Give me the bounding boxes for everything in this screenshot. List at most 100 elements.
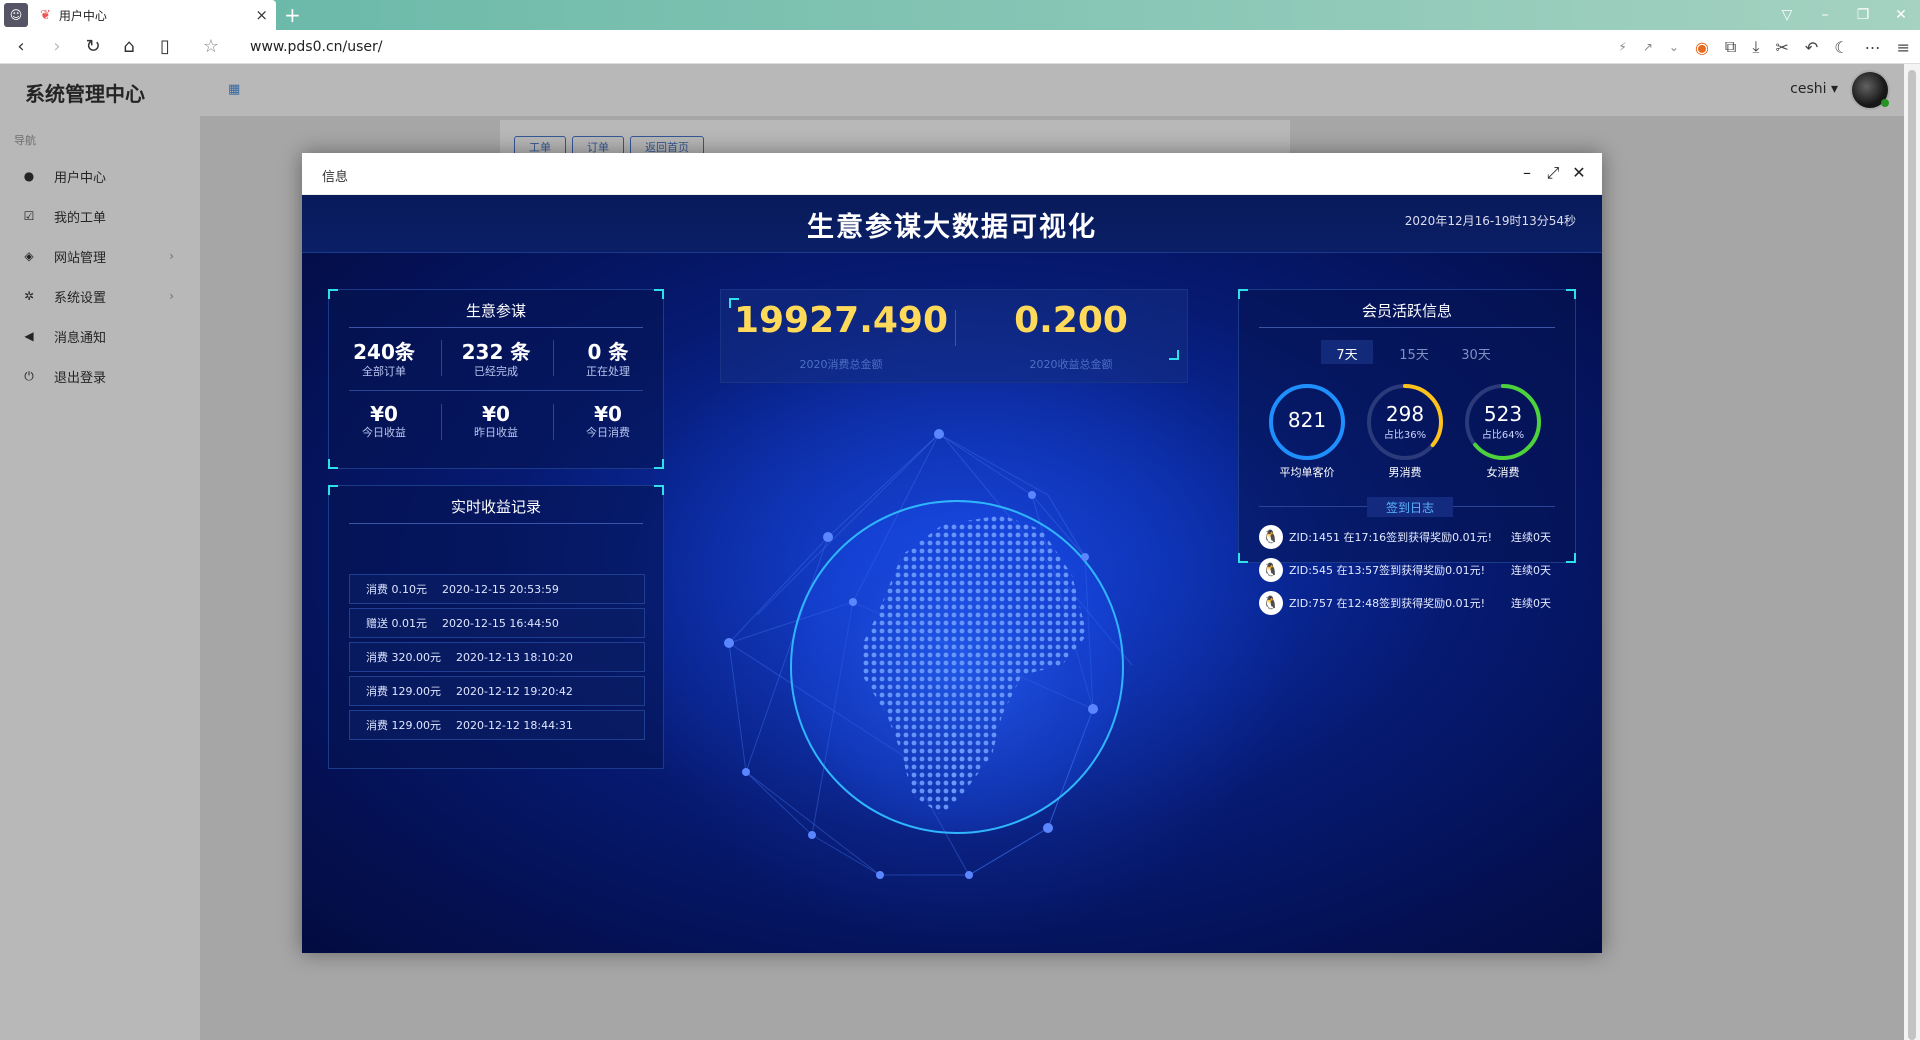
maximize-icon[interactable]: ⤢ — [1540, 163, 1566, 183]
dashboard-screen: 生意参谋大数据可视化 2020年12月16-19时13分54秒 生意参谋 240… — [302, 195, 1602, 953]
browser-tab[interactable]: ☺ ❦ 用户中心 × — [0, 0, 276, 30]
log-days: 连续0天 — [1511, 597, 1551, 610]
ring-value: 523 — [1483, 402, 1523, 426]
home-icon[interactable]: ⌂ — [114, 36, 144, 57]
ring-sub: 占比36% — [1383, 430, 1427, 441]
stat-value: 0 条 — [587, 340, 629, 364]
modal-header: 信息 – ⤢ ✕ — [302, 153, 1602, 195]
stat-processing: 0 条正在处理 — [553, 336, 663, 379]
undo-icon[interactable]: ↶ — [1805, 38, 1818, 57]
dashboard-header: 生意参谋大数据可视化 2020年12月16-19时13分54秒 — [302, 195, 1602, 253]
forward-icon[interactable]: › — [42, 36, 72, 57]
download-icon[interactable]: ⤓ — [1752, 37, 1759, 57]
total-income-value: 0.200 — [1014, 300, 1128, 341]
stat-label: 已经完成 — [474, 365, 518, 378]
list-item: 消费 320.00元 2020-12-13 18:10:20 — [349, 642, 645, 672]
reader-icon[interactable]: ▯ — [150, 36, 180, 57]
url-input[interactable]: www.pds0.cn/user/ — [250, 39, 382, 55]
stat-value: ¥0 — [482, 402, 510, 426]
scrollbar-thumb[interactable] — [1908, 70, 1916, 1040]
page-scrollbar[interactable] — [1904, 64, 1920, 1040]
tab-7-days[interactable]: 7天 — [1321, 340, 1373, 364]
tab-15-days[interactable]: 15天 — [1383, 340, 1445, 364]
minimize-icon[interactable]: – — [1806, 7, 1844, 23]
info-modal: 信息 – ⤢ ✕ 生意参谋大数据可视化 2020年12月16-19时13分54秒… — [302, 153, 1602, 953]
lightning-icon[interactable]: ⚡ — [1618, 40, 1626, 54]
ring-sub: 占比64% — [1481, 430, 1525, 441]
log-text: ZID:545 在13:57签到获得奖励0.01元! — [1289, 564, 1486, 577]
list-item: 🐧 ZID:545 在13:57签到获得奖励0.01元! 连续0天 — [1259, 557, 1553, 583]
night-mode-icon[interactable]: ☾ — [1834, 38, 1848, 57]
business-panel-title: 生意参谋 — [349, 298, 643, 328]
menu-icon[interactable]: ≡ — [1897, 38, 1910, 57]
record-time: 2020-12-12 19:20:42 — [456, 684, 573, 698]
log-text: ZID:757 在12:48签到获得奖励0.01元! — [1289, 597, 1486, 610]
gamepad-icon[interactable]: ◉ — [1695, 38, 1709, 57]
window-controls: ▽ – ❐ ✕ — [1768, 0, 1920, 30]
period-tabs: 7天 15天 30天 — [1321, 340, 1507, 364]
site-favicon-icon: ❦ — [40, 7, 51, 23]
record-time: 2020-12-12 18:44:31 — [456, 718, 573, 732]
restore-icon[interactable]: ❐ — [1844, 7, 1882, 23]
stat-value: 232 条 — [461, 340, 531, 364]
record-time: 2020-12-13 18:10:20 — [456, 650, 573, 664]
close-icon[interactable]: ✕ — [1566, 163, 1592, 183]
extension-icon[interactable]: ⧉ — [1725, 37, 1736, 57]
divider — [349, 390, 643, 391]
ring-value: 298 — [1385, 402, 1425, 426]
minimize-icon[interactable]: – — [1514, 163, 1540, 183]
totals-panel: 19927.490 0.200 2020消费总金额 2020收益总金额 — [720, 289, 1188, 383]
new-tab-icon[interactable]: + — [284, 3, 301, 27]
stat-label: 正在处理 — [586, 365, 630, 378]
stat-label: 今日消费 — [586, 426, 630, 439]
close-window-icon[interactable]: ✕ — [1882, 7, 1920, 23]
ring-label: 平均单客价 — [1279, 466, 1335, 479]
record-type: 赠送 0.01元 — [366, 617, 427, 630]
profile-avatar-icon[interactable]: ☺ — [4, 3, 28, 27]
modal-title: 信息 — [322, 170, 349, 185]
bookmark-star-icon[interactable]: ☆ — [196, 36, 226, 57]
total-spend-value: 19927.490 — [733, 300, 949, 341]
more-icon[interactable]: ⋯ — [1865, 38, 1881, 57]
shirt-icon[interactable]: ▽ — [1768, 7, 1806, 23]
ring-gauge: 523 占比64% — [1463, 382, 1543, 462]
scissors-icon[interactable]: ✂ — [1775, 38, 1788, 57]
record-type: 消费 320.00元 — [366, 651, 441, 664]
stat-today-spend: ¥0 今日消费 — [553, 402, 663, 440]
ring-gauge: 298 占比36% — [1365, 382, 1445, 462]
address-bar: ‹ › ↻ ⌂ ▯ ☆ www.pds0.cn/user/ ⚡ ↗ ⌄ ◉ ⧉ … — [0, 30, 1920, 64]
stat-yesterday-income: ¥0 昨日收益 — [441, 402, 551, 440]
penguin-icon: 🐧 — [1259, 558, 1283, 582]
browser-toolbar: ⚡ ↗ ⌄ ◉ ⧉ ⤓ ✂ ↶ ☾ ⋯ ≡ — [1602, 30, 1910, 64]
close-tab-icon[interactable]: × — [255, 6, 268, 24]
total-income-label: 2020收益总金额 — [1029, 358, 1113, 371]
stat-today-income: ¥0 今日收益 — [329, 402, 439, 440]
stat-label: 昨日收益 — [474, 426, 518, 439]
log-days: 连续0天 — [1511, 564, 1551, 577]
list-item: 🐧 ZID:757 在12:48签到获得奖励0.01元! 连续0天 — [1259, 590, 1553, 616]
records-panel: 实时收益记录 消费 0.10元 2020-12-15 20:53:59 赠送 0.… — [328, 485, 664, 769]
reload-icon[interactable]: ↻ — [78, 36, 108, 57]
penguin-icon: 🐧 — [1259, 591, 1283, 615]
dropdown-icon[interactable]: ⌄ — [1669, 40, 1679, 54]
modal-controls: – ⤢ ✕ — [1514, 163, 1592, 183]
browser-tab-bar: ☺ ❦ 用户中心 × + ▽ – ❐ ✕ — [0, 0, 1920, 30]
back-icon[interactable]: ‹ — [6, 36, 36, 57]
sign-log-button[interactable]: 签到日志 — [1367, 497, 1453, 517]
members-panel: 会员活跃信息 7天 15天 30天 821 298 占比36% 523 占比64% 平均… — [1238, 289, 1576, 615]
total-spend-label: 2020消费总金额 — [799, 358, 883, 371]
stat-completed: 232 条已经完成 — [441, 336, 551, 379]
stat-label: 今日收益 — [362, 426, 406, 439]
tab-30-days[interactable]: 30天 — [1445, 340, 1507, 364]
share-icon[interactable]: ↗ — [1643, 40, 1653, 54]
stat-value: 240条 — [353, 340, 415, 364]
list-item: 消费 0.10元 2020-12-15 20:53:59 — [349, 574, 645, 604]
log-text: ZID:1451 在17:16签到获得奖励0.01元! — [1289, 531, 1493, 544]
stat-value: ¥0 — [594, 402, 622, 426]
list-item: 🐧 ZID:1451 在17:16签到获得奖励0.01元! 连续0天 — [1259, 524, 1553, 550]
log-days: 连续0天 — [1511, 531, 1551, 544]
records-panel-title: 实时收益记录 — [349, 494, 643, 524]
ring-value: 821 — [1287, 408, 1327, 432]
penguin-icon: 🐧 — [1259, 525, 1283, 549]
members-panel-title: 会员活跃信息 — [1259, 298, 1555, 328]
